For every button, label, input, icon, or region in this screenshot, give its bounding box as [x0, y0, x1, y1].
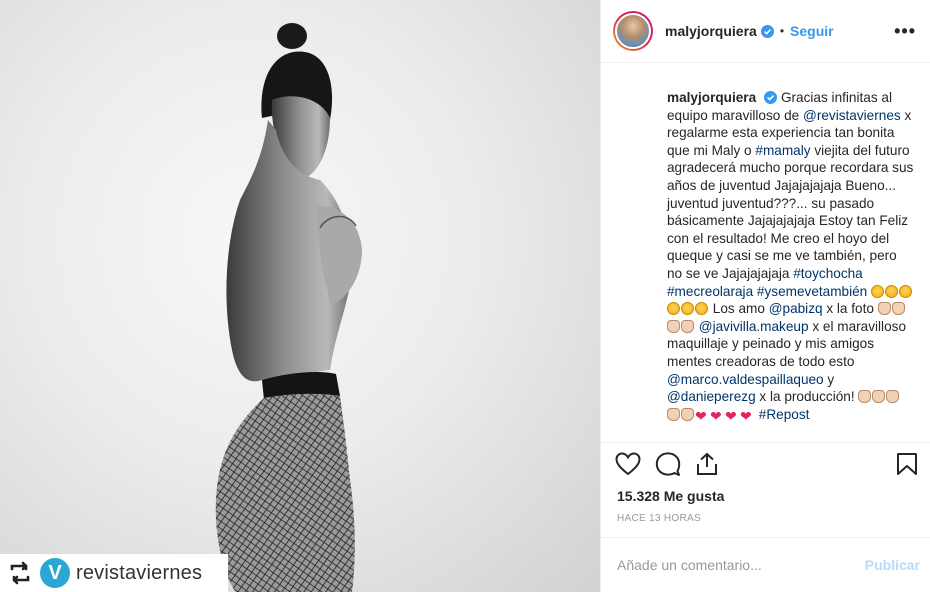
- comment-icon[interactable]: [655, 452, 681, 476]
- laugh-emoji-icon: [695, 302, 708, 316]
- repost-badge: V revistaviernes: [0, 554, 228, 592]
- heart-emoji-icon: ❤: [710, 407, 722, 424]
- caption-text: x la producción!: [755, 389, 859, 405]
- laugh-emoji-icon: [871, 284, 885, 298]
- hashtag-link[interactable]: #ysemevetambién: [757, 284, 867, 299]
- post-header: malyjorquiera • Seguir •••: [601, 0, 930, 64]
- mention-link[interactable]: @revistaviernes: [803, 108, 901, 123]
- caption-area[interactable]: malyjorquiera Gracias infinitas al equip…: [601, 63, 930, 442]
- share-icon[interactable]: [695, 452, 719, 476]
- laugh-emoji-icon: [885, 284, 899, 298]
- publish-button[interactable]: Publicar: [865, 557, 920, 573]
- clap-emoji-icon: [667, 319, 680, 333]
- repost-handle: revistaviernes: [76, 561, 203, 584]
- mention-link[interactable]: @javivilla.makeup: [699, 319, 809, 334]
- mention-link[interactable]: @pabizq: [769, 301, 823, 316]
- clap-emoji-icon: [667, 407, 680, 421]
- clap-emoji-icon: [858, 390, 872, 404]
- avatar[interactable]: [613, 11, 653, 52]
- photo-figure: [215, 23, 362, 592]
- clap-emoji-icon: [886, 390, 900, 404]
- likes-count[interactable]: 15.328 Me gusta: [601, 485, 930, 507]
- clap-emoji-icon: [891, 302, 905, 316]
- hashtag-link[interactable]: #Repost: [759, 407, 810, 422]
- clap-emoji-icon: [681, 319, 694, 333]
- hashtag-link[interactable]: #mecreolaraja: [667, 284, 753, 299]
- caption: malyjorquiera Gracias infinitas al equip…: [667, 89, 914, 424]
- caption-username[interactable]: malyjorquiera: [667, 90, 756, 105]
- verified-badge-icon: [760, 24, 774, 38]
- comment-box: Publicar: [601, 536, 930, 592]
- hashtag-link[interactable]: #mamaly: [755, 143, 810, 158]
- instagram-post: V revistaviernes malyjorquiera • Seguir …: [0, 0, 930, 592]
- laugh-emoji-icon: [667, 302, 680, 316]
- header-separator: •: [779, 24, 785, 39]
- follow-button[interactable]: Seguir: [790, 23, 834, 39]
- comment-input[interactable]: [617, 556, 865, 573]
- caption-text: x la foto: [822, 301, 878, 317]
- post-side-panel: malyjorquiera • Seguir ••• malyjorquiera…: [600, 0, 930, 592]
- hashtag-link[interactable]: #toychocha: [793, 266, 863, 281]
- revistaviernes-logo: V: [40, 558, 70, 588]
- heart-emoji-icon: ❤: [725, 407, 737, 424]
- caption-text: viejita del futuro agradecerá mucho porq…: [667, 142, 914, 282]
- post-photo[interactable]: V revistaviernes: [0, 0, 600, 592]
- heart-icon[interactable]: [615, 452, 641, 476]
- bookmark-icon[interactable]: [896, 452, 918, 476]
- verified-badge-icon: [763, 91, 777, 105]
- post-actions: [601, 441, 930, 485]
- clap-emoji-icon: [681, 407, 694, 421]
- heart-emoji-icon: ❤: [695, 407, 707, 424]
- header-username[interactable]: malyjorquiera: [665, 23, 757, 39]
- post-timestamp[interactable]: HACE 13 HORAS: [601, 507, 930, 537]
- repost-icon: [10, 561, 30, 585]
- laugh-emoji-icon: [899, 284, 913, 298]
- clap-emoji-icon: [872, 390, 886, 404]
- caption-text: Los amo: [709, 301, 769, 317]
- caption-body: Gracias infinitas al equipo maravilloso …: [667, 90, 914, 424]
- heart-emoji-icon: ❤: [740, 407, 752, 424]
- caption-text: y: [823, 371, 835, 387]
- laugh-emoji-icon: [681, 302, 694, 316]
- clap-emoji-icon: [877, 302, 891, 316]
- mention-link[interactable]: @marco.valdespaillaqueo: [667, 372, 824, 387]
- mention-link[interactable]: @danieperezg: [667, 389, 756, 404]
- more-options-icon[interactable]: •••: [894, 21, 916, 42]
